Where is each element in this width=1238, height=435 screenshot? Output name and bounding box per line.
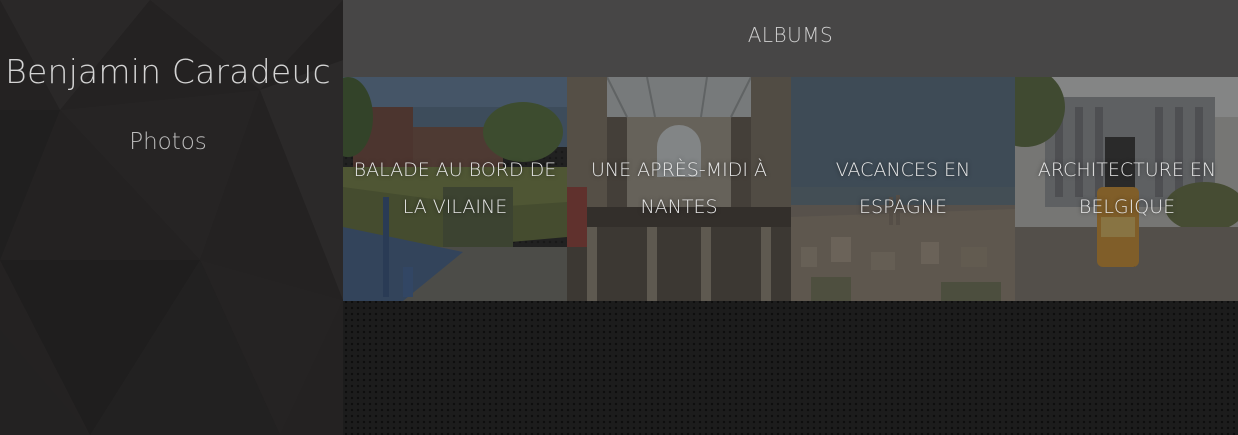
album-card-belgique[interactable]: ARCHITECTURE EN BELGIQUE: [1015, 77, 1238, 301]
albums-grid: BALADE AU BORD DE LA VILAINE UNE APRÈS-M…: [343, 77, 1238, 435]
album-title: VACANCES EN ESPAGNE: [835, 159, 971, 218]
album-card-balade-vilaine[interactable]: BALADE AU BORD DE LA VILAINE: [343, 77, 567, 301]
album-title: ARCHITECTURE EN BELGIQUE: [1037, 159, 1217, 218]
app-root: Benjamin Caradeuc Photos ALBUMS BALADE A…: [0, 0, 1238, 435]
header-bar: ALBUMS: [343, 0, 1238, 77]
album-title: UNE APRÈS-MIDI À NANTES: [590, 159, 767, 218]
site-title[interactable]: Benjamin Caradeuc: [0, 52, 336, 91]
album-card-nantes[interactable]: UNE APRÈS-MIDI À NANTES: [567, 77, 791, 301]
album-title: BALADE AU BORD DE LA VILAINE: [353, 159, 557, 218]
sidebar: Benjamin Caradeuc Photos: [0, 0, 343, 435]
page-title: ALBUMS: [747, 23, 834, 47]
album-card-espagne[interactable]: VACANCES EN ESPAGNE: [791, 77, 1015, 301]
nav-item-photos[interactable]: Photos: [0, 129, 336, 155]
